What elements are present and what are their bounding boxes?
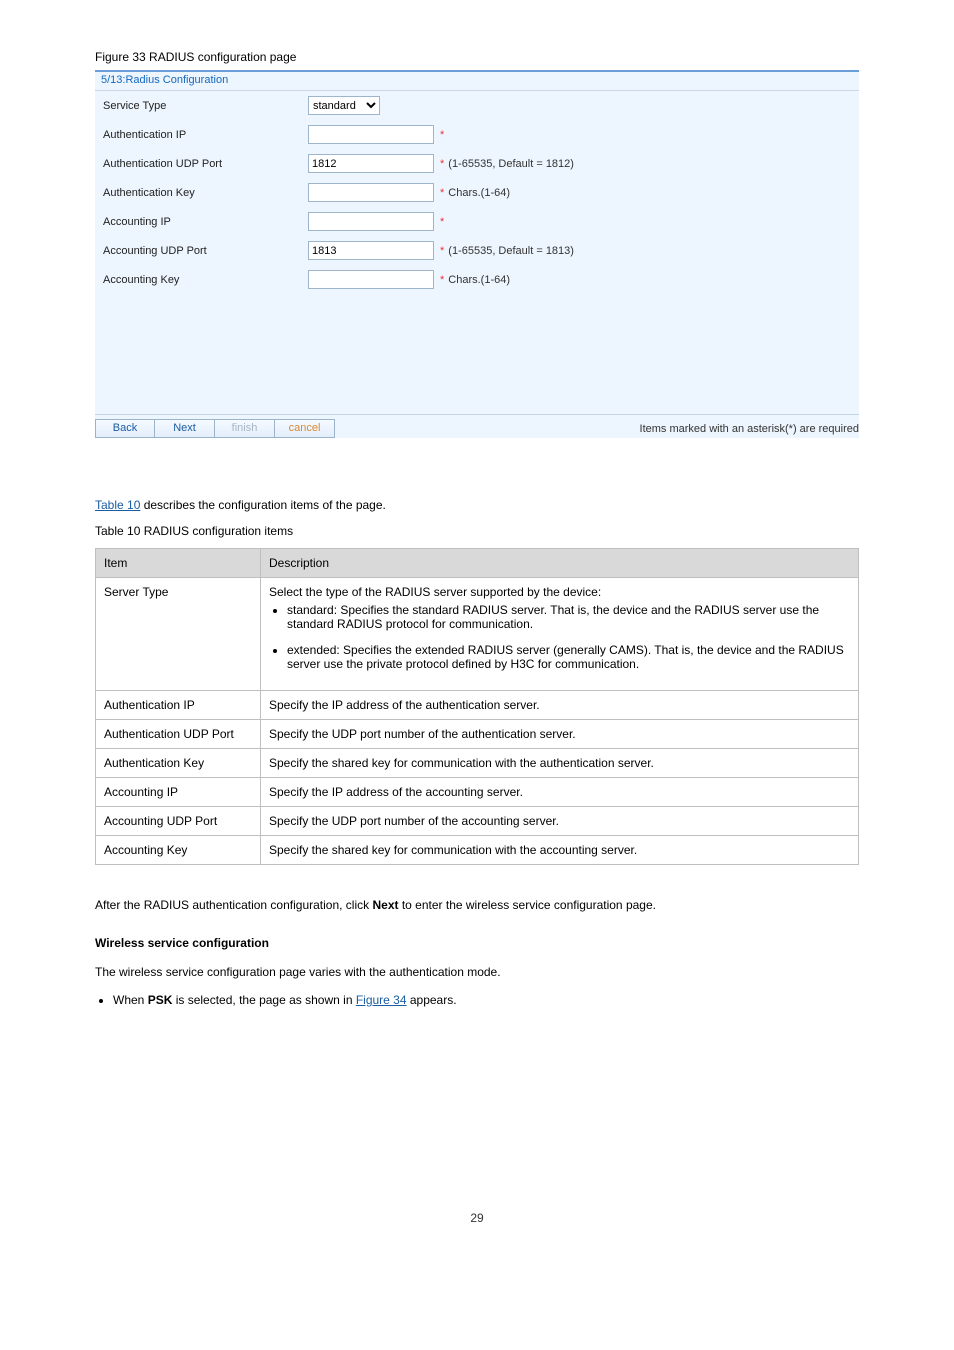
list-item: extended: Specifies the extended RADIUS … bbox=[287, 643, 850, 671]
cell-item: Accounting Key bbox=[96, 836, 261, 865]
row-service-type: Service Type standard ▾ bbox=[95, 91, 859, 120]
required-marker: * bbox=[440, 274, 444, 286]
acct-udp-hint: (1-65535, Default = 1813) bbox=[448, 245, 574, 257]
auth-udp-input[interactable] bbox=[308, 154, 434, 173]
table-row: Authentication UDP Port Specify the UDP … bbox=[96, 720, 859, 749]
required-marker: * bbox=[440, 129, 444, 141]
cell-desc: Specify the IP address of the accounting… bbox=[261, 778, 859, 807]
table-row: Server Type Select the type of the RADIU… bbox=[96, 578, 859, 691]
back-button[interactable]: Back bbox=[95, 419, 155, 438]
page-number: 29 bbox=[95, 1211, 859, 1225]
table-row: Accounting UDP Port Specify the UDP port… bbox=[96, 807, 859, 836]
row-acct-udp: Accounting UDP Port * (1-65535, Default … bbox=[95, 236, 859, 265]
label-service-type: Service Type bbox=[103, 100, 308, 112]
table-row: Accounting IP Specify the IP address of … bbox=[96, 778, 859, 807]
list-item: When PSK is selected, the page as shown … bbox=[113, 990, 859, 1010]
cell-item: Authentication Key bbox=[96, 749, 261, 778]
radius-config-panel: 5/13:Radius Configuration Service Type s… bbox=[95, 70, 859, 438]
table-row: Accounting Key Specify the shared key fo… bbox=[96, 836, 859, 865]
cell-item: Accounting IP bbox=[96, 778, 261, 807]
next-button[interactable]: Next bbox=[155, 419, 215, 438]
label-auth-ip: Authentication IP bbox=[103, 129, 308, 141]
figure-ref-link[interactable]: Figure 34 bbox=[356, 993, 407, 1007]
table-row: Authentication Key Specify the shared ke… bbox=[96, 749, 859, 778]
list-item: standard: Specifies the standard RADIUS … bbox=[287, 603, 850, 631]
th-item: Item bbox=[96, 549, 261, 578]
table-ref-link[interactable]: Table 10 bbox=[95, 498, 140, 512]
row-auth-udp: Authentication UDP Port * (1-65535, Defa… bbox=[95, 149, 859, 178]
button-bar: Back Next finish cancel Items marked wit… bbox=[95, 414, 859, 438]
required-marker: * bbox=[440, 216, 444, 228]
required-note: Items marked with an asterisk(*) are req… bbox=[640, 423, 859, 435]
cell-desc: Specify the UDP port number of the authe… bbox=[261, 720, 859, 749]
acct-key-hint: Chars.(1-64) bbox=[448, 274, 510, 286]
cell-item: Authentication IP bbox=[96, 691, 261, 720]
row-auth-key: Authentication Key * Chars.(1-64) bbox=[95, 178, 859, 207]
row-acct-ip: Accounting IP * bbox=[95, 207, 859, 236]
cancel-button[interactable]: cancel bbox=[275, 419, 335, 438]
cell-item: Authentication UDP Port bbox=[96, 720, 261, 749]
table-row: Authentication IP Specify the IP address… bbox=[96, 691, 859, 720]
cell-desc: Specify the UDP port number of the accou… bbox=[261, 807, 859, 836]
required-marker: * bbox=[440, 187, 444, 199]
row-auth-ip: Authentication IP * bbox=[95, 120, 859, 149]
label-acct-key: Accounting Key bbox=[103, 274, 308, 286]
label-acct-udp: Accounting UDP Port bbox=[103, 245, 308, 257]
below-text: After the RADIUS authentication configur… bbox=[95, 895, 859, 1011]
auth-udp-hint: (1-65535, Default = 1812) bbox=[448, 158, 574, 170]
section-heading: Wireless service configuration bbox=[95, 936, 269, 950]
table-caption-rest: describes the configuration items of the… bbox=[140, 498, 385, 512]
cell-item: Accounting UDP Port bbox=[96, 807, 261, 836]
th-desc: Description bbox=[261, 549, 859, 578]
auth-key-input[interactable] bbox=[308, 183, 434, 202]
cell-desc: Specify the IP address of the authentica… bbox=[261, 691, 859, 720]
required-marker: * bbox=[440, 245, 444, 257]
label-acct-ip: Accounting IP bbox=[103, 216, 308, 228]
cell-desc: Select the type of the RADIUS server sup… bbox=[261, 578, 859, 691]
acct-udp-input[interactable] bbox=[308, 241, 434, 260]
label-auth-udp: Authentication UDP Port bbox=[103, 158, 308, 170]
cell-desc: Specify the shared key for communication… bbox=[261, 749, 859, 778]
panel-title: 5/13:Radius Configuration bbox=[95, 72, 859, 91]
auth-key-hint: Chars.(1-64) bbox=[448, 187, 510, 199]
label-auth-key: Authentication Key bbox=[103, 187, 308, 199]
config-items-table: Item Description Server Type Select the … bbox=[95, 548, 859, 865]
required-marker: * bbox=[440, 158, 444, 170]
service-type-select[interactable]: standard bbox=[308, 96, 380, 115]
figure-caption: Figure 33 RADIUS configuration page bbox=[95, 50, 859, 64]
finish-button[interactable]: finish bbox=[215, 419, 275, 438]
row-acct-key: Accounting Key * Chars.(1-64) bbox=[95, 265, 859, 294]
cell-item: Server Type bbox=[96, 578, 261, 691]
cell-desc: Specify the shared key for communication… bbox=[261, 836, 859, 865]
acct-ip-input[interactable] bbox=[308, 212, 434, 231]
auth-ip-input[interactable] bbox=[308, 125, 434, 144]
table-title: Table 10 RADIUS configuration items bbox=[95, 524, 859, 538]
acct-key-input[interactable] bbox=[308, 270, 434, 289]
